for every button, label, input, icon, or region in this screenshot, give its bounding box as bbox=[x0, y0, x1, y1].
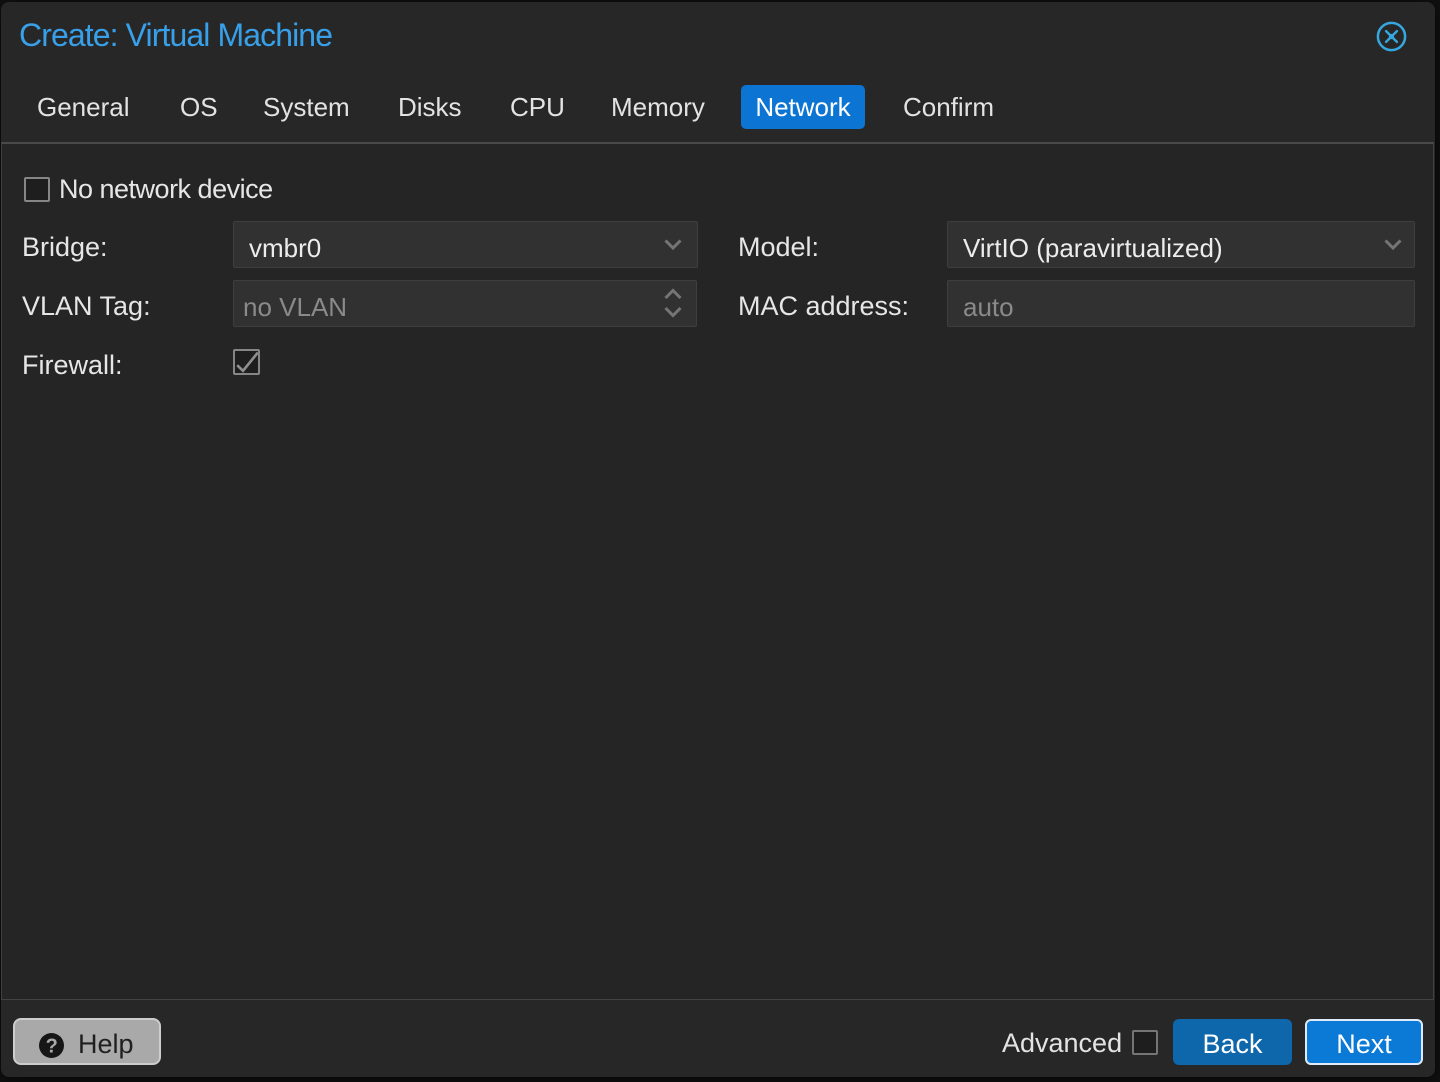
svg-text:?: ? bbox=[46, 1036, 58, 1058]
